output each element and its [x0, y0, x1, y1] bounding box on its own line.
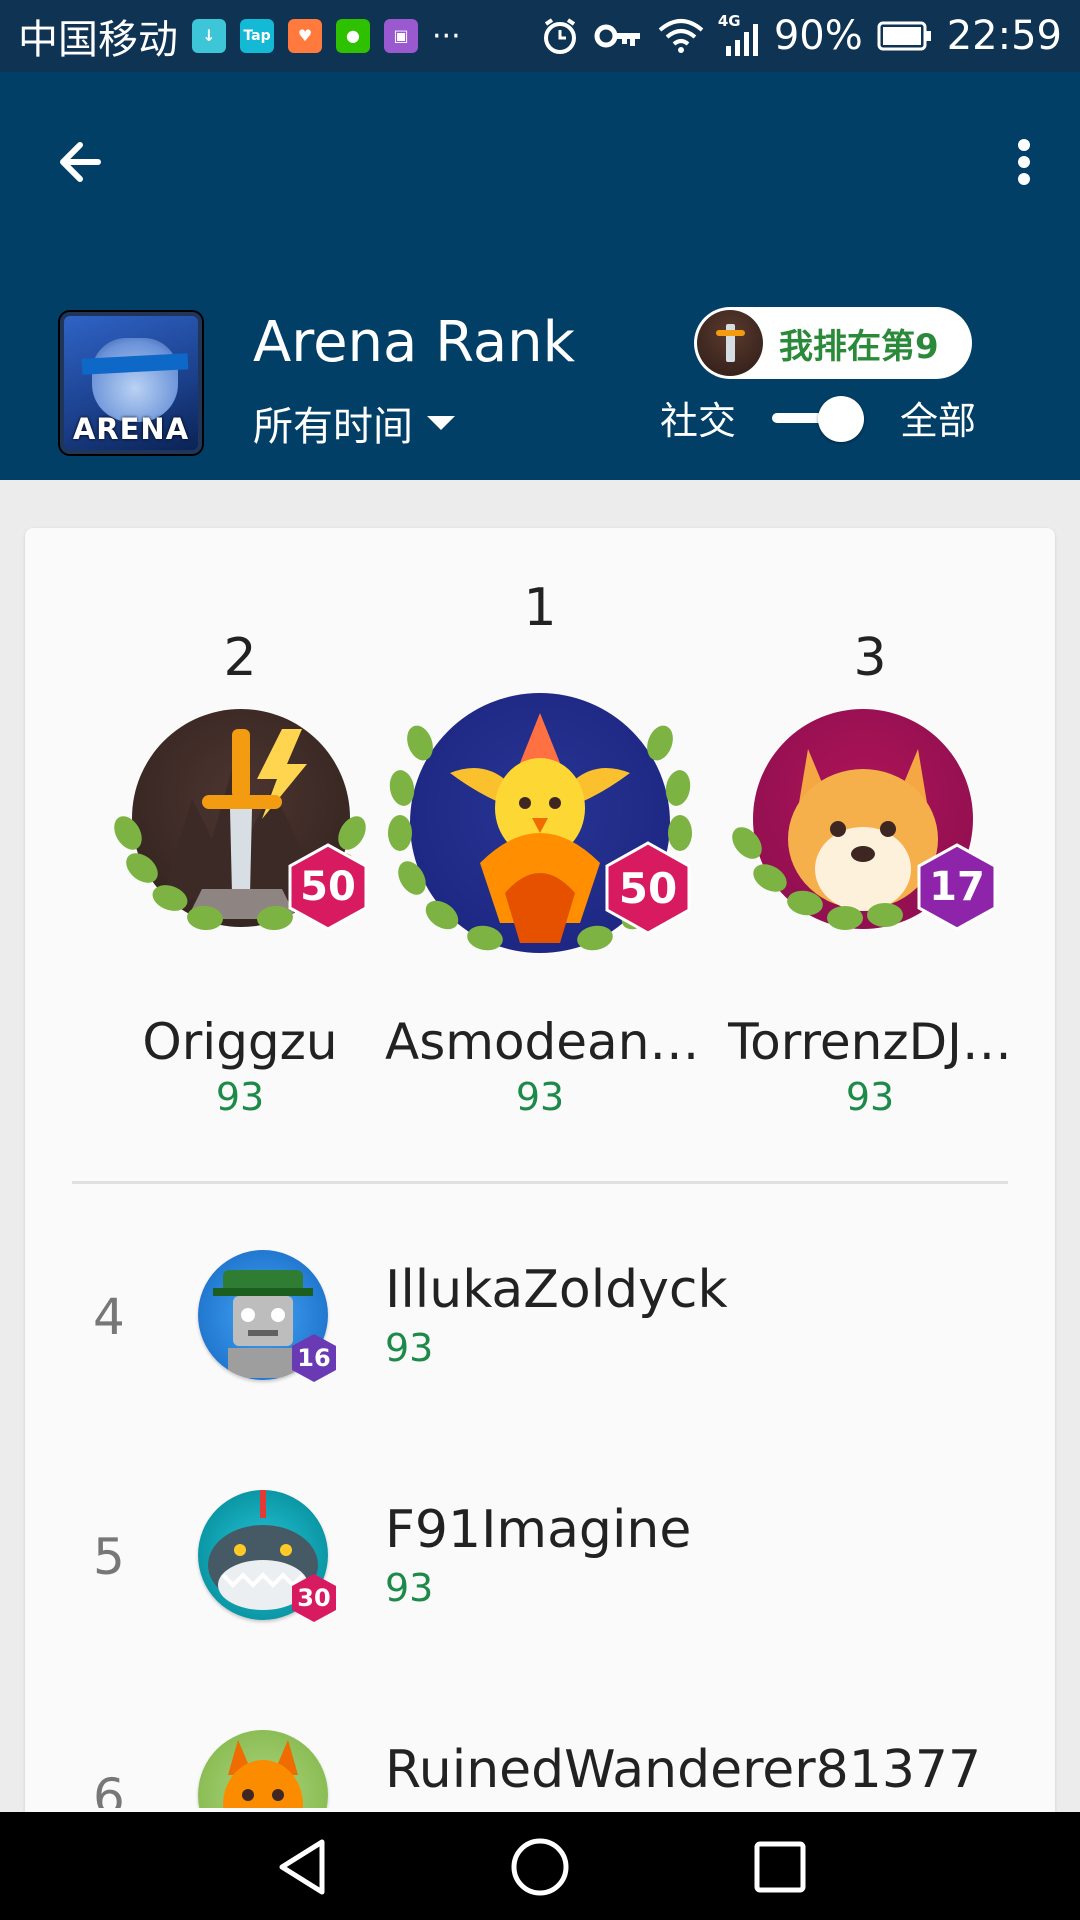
dragon-icon: [223, 1740, 303, 1808]
level-badge: 16: [291, 1333, 337, 1383]
triangle-back-icon: [279, 1839, 325, 1895]
square-recents-icon: [754, 1841, 806, 1893]
list-score: 93: [385, 1326, 434, 1370]
alarm-icon: [543, 18, 576, 54]
status-bar: 中国移动 ↓ Tap ♥ ● ▣ ··· 4G 90% 22:59: [0, 0, 1080, 72]
arrow-left-icon: [60, 142, 101, 182]
scope-toggle-group: 社交 全部: [660, 390, 976, 445]
navigation-bar: [0, 1812, 1080, 1920]
podium-rank: 1: [523, 578, 557, 638]
battery-percent: 90%: [773, 13, 863, 59]
list-name: RuinedWanderer81377: [385, 1740, 982, 1800]
taptap-icon: Tap: [240, 19, 274, 53]
list-rank: 5: [93, 1528, 125, 1586]
nav-recents-button[interactable]: [740, 1832, 820, 1902]
game-icon: ARENA: [60, 312, 202, 454]
list-score: 93: [385, 1566, 434, 1610]
my-avatar: [697, 310, 763, 376]
avatar: [198, 1730, 328, 1808]
nav-home-button[interactable]: [500, 1832, 580, 1902]
overflow-menu-button[interactable]: [980, 127, 1050, 197]
circle-home-icon: [511, 1838, 569, 1896]
podium-score: 93: [215, 1075, 265, 1119]
signal-icon: 4G: [718, 12, 760, 58]
clock: 22:59: [946, 13, 1062, 59]
podium-name: TorrenzDJ…: [728, 1013, 1012, 1071]
list-rank: 4: [93, 1288, 125, 1346]
page-title: Arena Rank: [253, 310, 576, 375]
list-item[interactable]: 5 30 F91Imagine 93: [25, 1458, 1055, 1688]
list-name: F91Imagine: [385, 1500, 692, 1560]
podium-name: Asmodean…: [385, 1013, 700, 1071]
scope-toggle[interactable]: [772, 395, 865, 442]
gallery-icon: ▣: [384, 19, 418, 53]
back-button[interactable]: [50, 127, 120, 197]
podium-avatar-1[interactable]: 50: [380, 693, 700, 953]
leaderboard-card: 2 50 Origgzu 93 1 50 Asmodean… 93 3 17 T…: [25, 528, 1055, 1828]
level-badge-value: 50: [618, 863, 678, 913]
podium-entry-2[interactable]: 2: [85, 628, 395, 688]
battery-icon: [877, 21, 931, 51]
period-dropdown[interactable]: 所有时间: [253, 394, 455, 452]
podium-rank: 2: [223, 628, 257, 688]
podium-info-3: TorrenzDJ… 93: [715, 1013, 1025, 1119]
carrier-label: 中国移动: [18, 17, 178, 63]
level-badge: 17: [917, 843, 997, 931]
app-bar: ARENA Arena Rank 所有时间 我排在第9 社交 全部: [0, 72, 1080, 480]
wifi-icon: [658, 19, 704, 53]
period-label: 所有时间: [253, 404, 413, 450]
podium-avatar-2[interactable]: 50: [80, 693, 380, 943]
podium-score: 93: [515, 1075, 565, 1119]
vpn-key-icon: [594, 24, 640, 48]
podium-avatar-3[interactable]: 17: [725, 693, 1025, 943]
my-rank-chip[interactable]: 我排在第9: [694, 307, 972, 379]
level-badge: 50: [605, 841, 691, 935]
list-rank: 6: [93, 1768, 125, 1808]
nav-back-button[interactable]: [262, 1832, 342, 1902]
list-score: 93: [385, 1806, 433, 1808]
more-vert-icon: [1018, 139, 1030, 185]
toggle-social-label: 社交: [660, 399, 737, 443]
level-badge-value: 30: [297, 1584, 331, 1612]
level-badge: 30: [291, 1573, 337, 1623]
podium-score: 93: [845, 1075, 895, 1119]
health-icon: ♥: [288, 19, 322, 53]
level-badge-value: 50: [300, 864, 356, 910]
toggle-all-label: 全部: [900, 399, 977, 443]
list-item[interactable]: 6 RuinedWanderer81377 93: [25, 1698, 1055, 1808]
download-icon: ↓: [192, 19, 226, 53]
level-badge: 50: [288, 843, 368, 931]
podium-entry-1[interactable]: 1: [385, 578, 695, 638]
podium-name: Origgzu: [142, 1013, 338, 1071]
list-item[interactable]: 4 16 IllukaZoldyck 93: [25, 1218, 1055, 1448]
wechat-icon: ●: [336, 19, 370, 53]
divider: [72, 1181, 1008, 1184]
podium-entry-3[interactable]: 3: [715, 628, 1025, 688]
podium-info-2: Origgzu 93: [85, 1013, 395, 1119]
list-name: IllukaZoldyck: [385, 1260, 728, 1320]
podium: 2 50 Origgzu 93 1 50 Asmodean… 93 3 17 T…: [25, 528, 1055, 1178]
level-badge-value: 17: [929, 864, 985, 910]
level-badge-value: 16: [297, 1344, 331, 1372]
podium-info-1: Asmodean… 93: [385, 1013, 700, 1119]
my-rank-label: 我排在第9: [779, 326, 939, 367]
more-notifications-icon: ···: [432, 18, 461, 54]
caret-down-icon: [427, 416, 455, 430]
podium-rank: 3: [853, 628, 887, 688]
game-icon-label: ARENA: [72, 412, 190, 446]
